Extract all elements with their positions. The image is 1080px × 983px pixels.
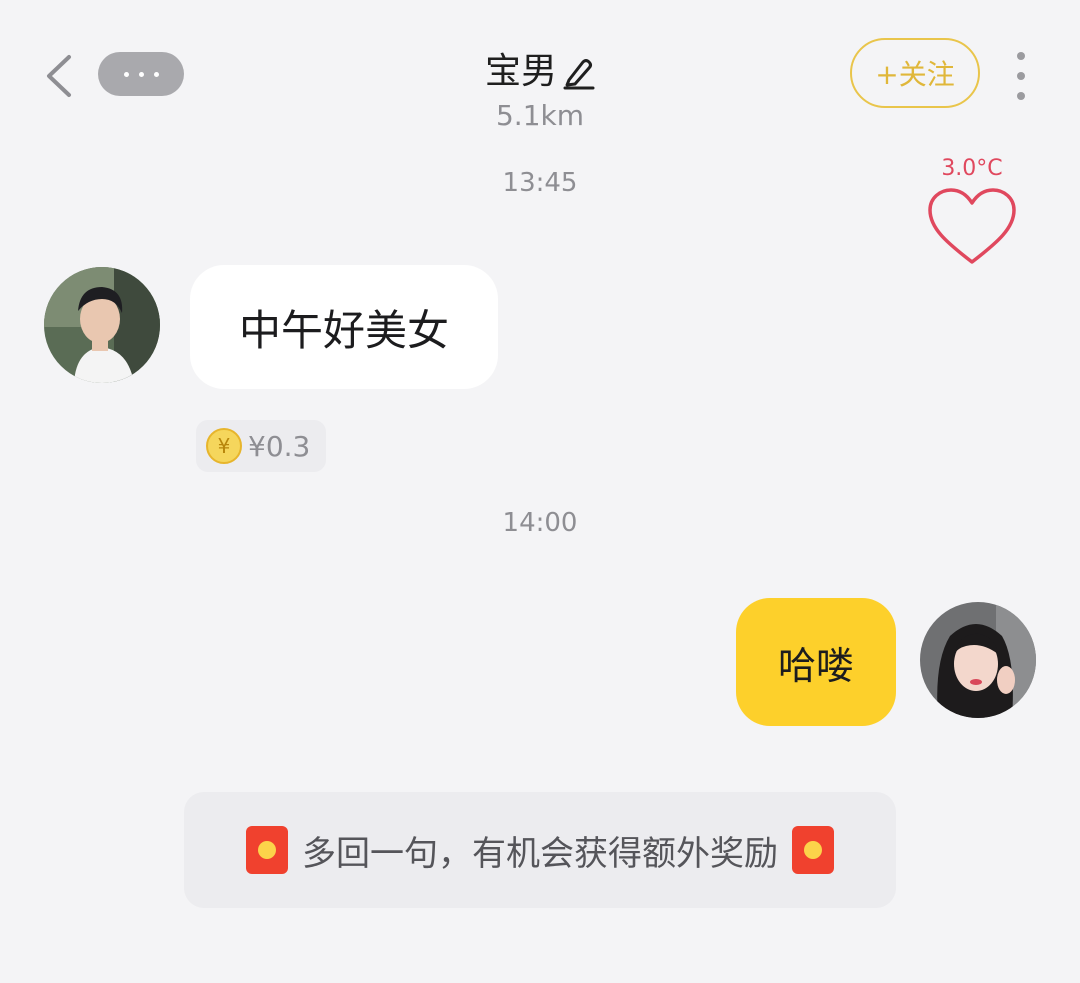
red-packet-icon <box>792 826 834 874</box>
sent-message-bubble[interactable]: 哈喽 <box>736 598 896 726</box>
more-icon-dot <box>138 71 144 77</box>
red-packet-coin <box>804 841 822 859</box>
user-avatar[interactable] <box>920 602 1036 718</box>
received-message-bubble[interactable]: 中午好美女 <box>190 265 498 389</box>
red-packet-icon <box>246 826 288 874</box>
more-options-button[interactable] <box>98 52 184 96</box>
message-timestamp: 14:00 <box>502 508 578 538</box>
reward-tip-banner: 多回一句，有机会获得额外奖励 <box>184 792 896 908</box>
intimacy-temperature: 3.0°C <box>941 156 1003 181</box>
contact-name-text: 宝男 <box>484 51 557 92</box>
coin-icon: ¥ <box>206 428 242 464</box>
reward-tag: ¥ ¥0.3 <box>196 420 326 472</box>
red-packet-coin <box>258 841 276 859</box>
reward-amount: ¥0.3 <box>248 429 311 463</box>
more-icon <box>123 71 129 77</box>
kebab-dot <box>1017 72 1025 80</box>
heart-icon[interactable] <box>926 186 1018 268</box>
contact-avatar[interactable] <box>44 267 160 383</box>
received-message-text: 中午好美女 <box>238 305 449 355</box>
kebab-dot <box>1017 92 1025 100</box>
back-arrow-icon <box>47 55 71 97</box>
more-icon-dot <box>153 71 159 77</box>
kebab-dot <box>1017 52 1025 60</box>
sent-message-text: 哈喽 <box>777 643 854 688</box>
back-button[interactable] <box>36 48 80 104</box>
message-timestamp: 13:45 <box>502 168 578 198</box>
kebab-menu-icon[interactable] <box>1006 52 1036 100</box>
edit-pencil-icon[interactable] <box>561 54 595 90</box>
chat-header: 宝男 5.1km <box>400 46 680 134</box>
follow-button[interactable]: +关注 <box>850 38 980 108</box>
tip-text: 多回一句，有机会获得额外奖励 <box>302 833 778 874</box>
distance-label: 5.1km <box>495 99 585 132</box>
contact-name[interactable]: 宝男 <box>485 46 595 98</box>
